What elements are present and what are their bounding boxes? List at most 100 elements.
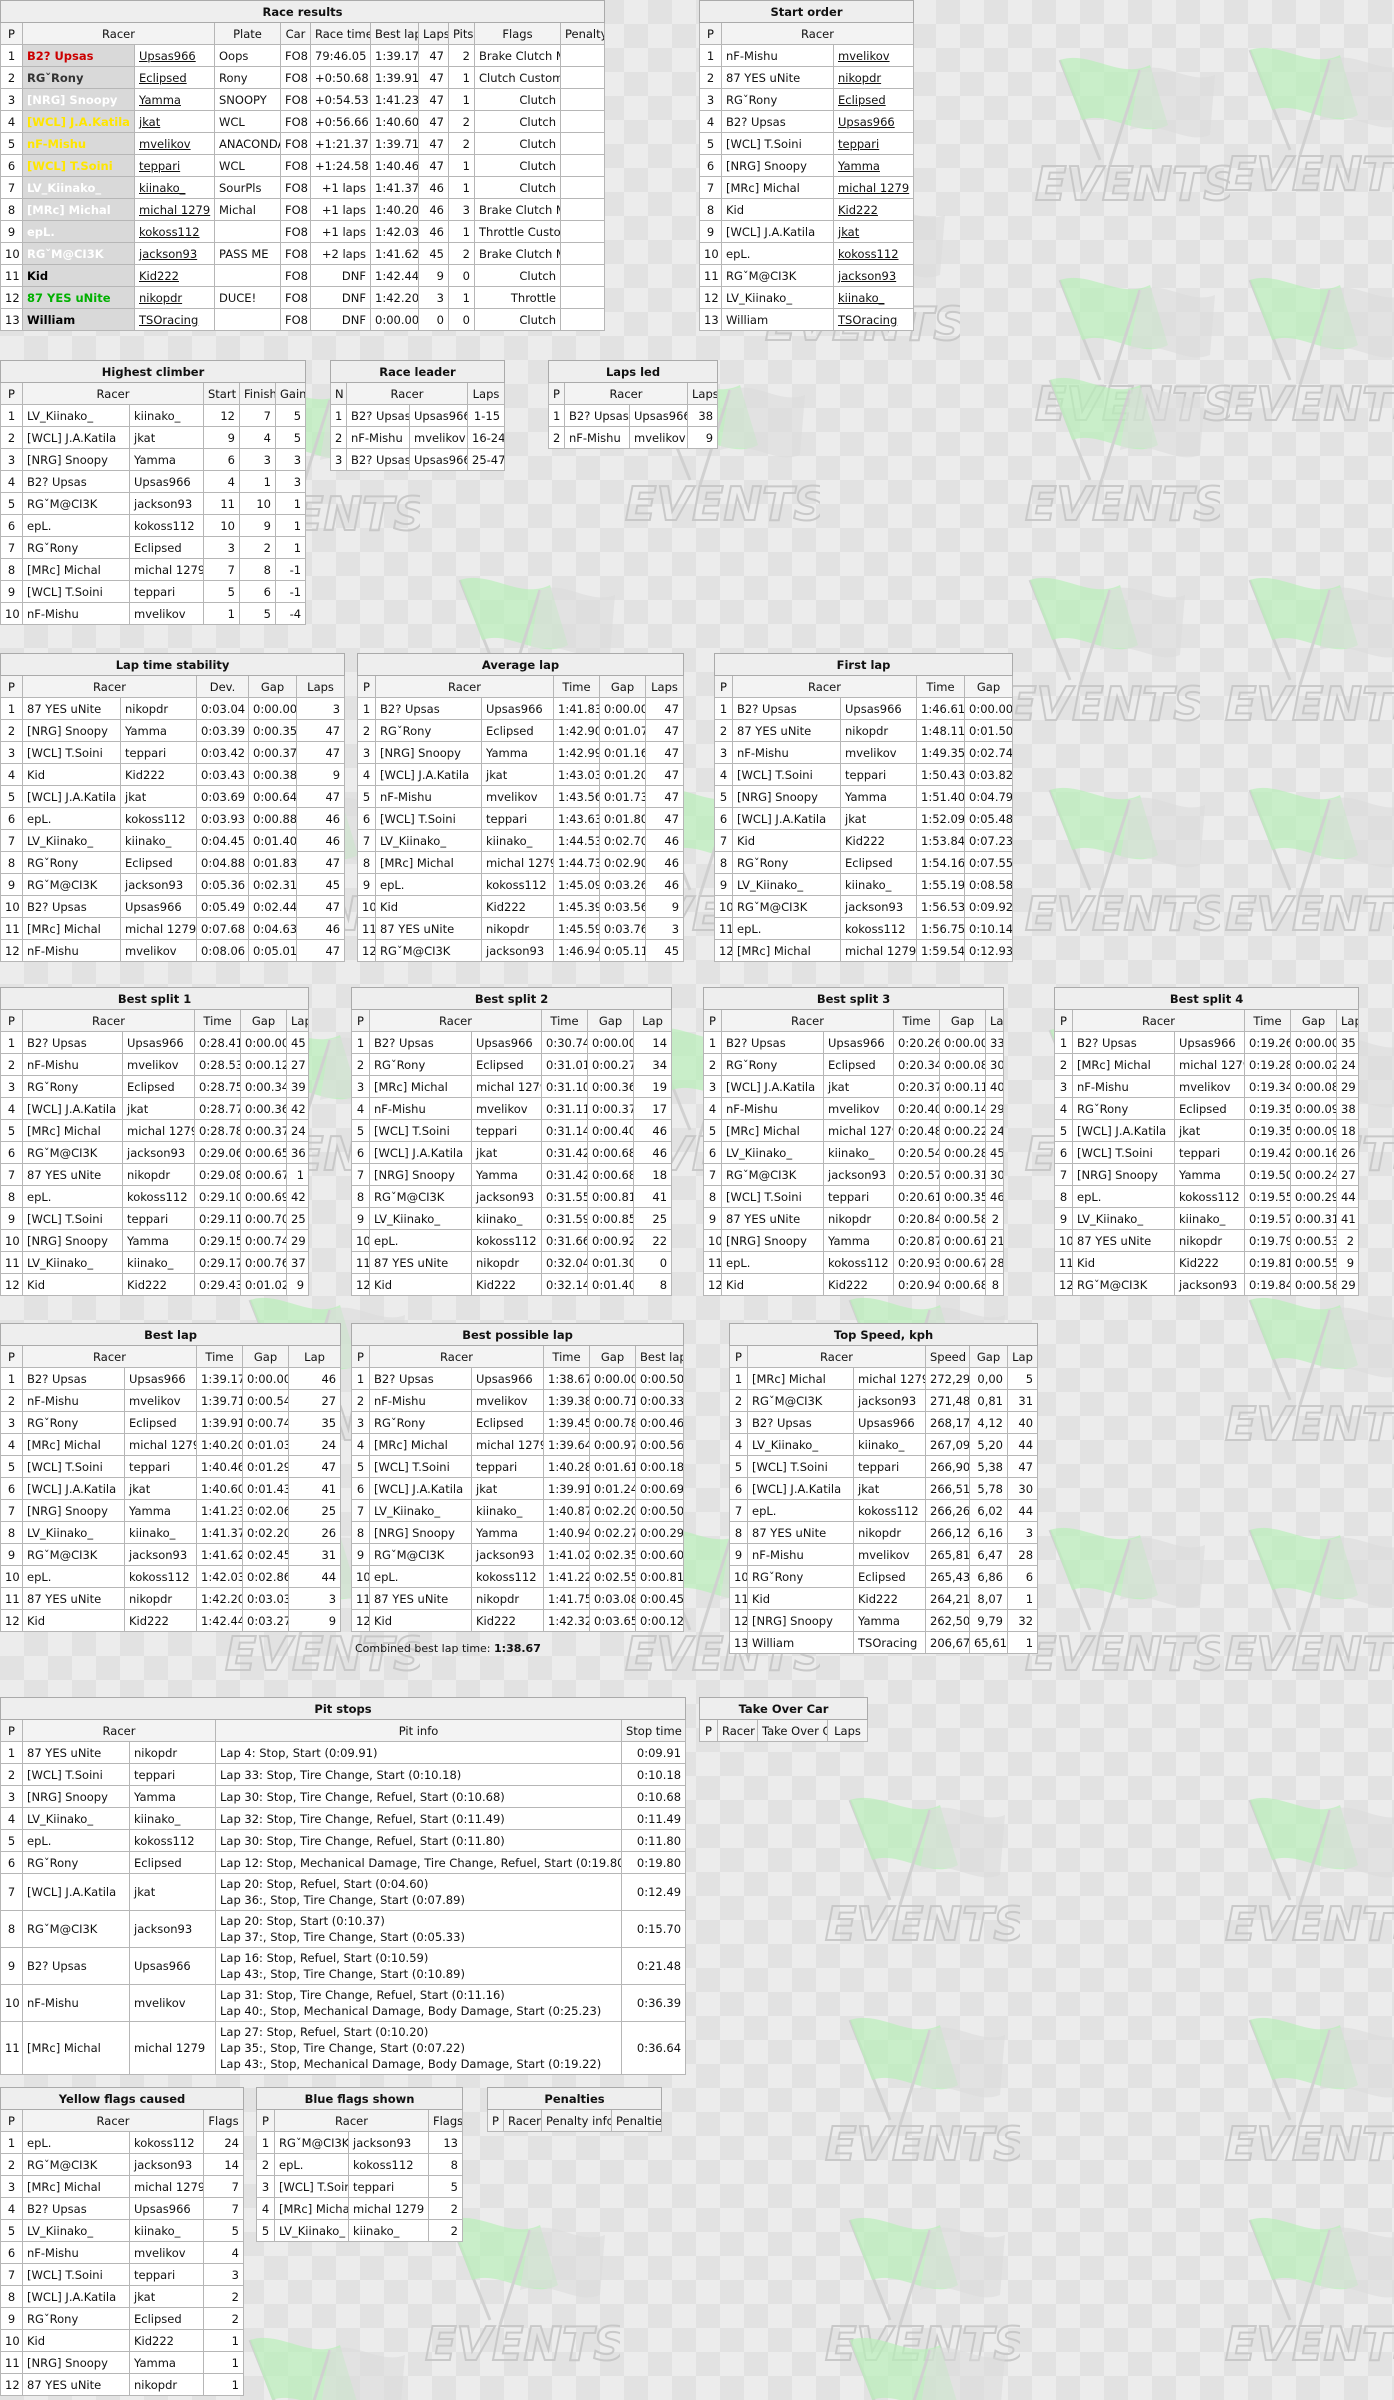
username-cell: teppari (122, 1207, 195, 1230)
speed-cell: 272,29 (925, 1367, 970, 1390)
username-link[interactable]: TSOracing (838, 313, 897, 327)
column-header: Racer (22, 1719, 216, 1742)
username-cell: mvelikov (629, 426, 688, 449)
table-row: 5 [NRG] Snoopy Yamma 1:51.40 0:04.79 (714, 785, 1014, 808)
username-link[interactable]: Upsas966 (139, 49, 196, 63)
username-link[interactable]: michal 1279 (838, 181, 909, 195)
username-link[interactable]: kiinako_ (139, 181, 185, 195)
svg-text:EVENTS: EVENTS (425, 2317, 620, 2371)
position-cell: 6 (1054, 1141, 1073, 1164)
username-link[interactable]: nikopdr (139, 291, 182, 305)
racer-name-cell: B2? Upsas (564, 404, 630, 427)
events-watermark-icon: EVENTS (1024, 377, 1220, 532)
username-link[interactable]: michal 1279 (139, 203, 210, 217)
username-link[interactable]: Kid222 (139, 269, 179, 283)
column-header: Laps (418, 22, 449, 45)
username-link[interactable]: Eclipsed (139, 71, 187, 85)
username-cell: Kid222 (122, 1273, 195, 1296)
username-cell: kokoss112 (129, 2131, 204, 2154)
table-row: 3 B2? Upsas Upsas966 25-47 (330, 448, 506, 471)
username-cell: kokoss112 (124, 1565, 197, 1588)
penalty-cell (560, 286, 605, 309)
gap-cell: 0:01.20 (599, 763, 646, 786)
pit-info-cell: Lap 33: Stop, Tire Change, Start (0:10.1… (215, 1763, 622, 1786)
username-cell: teppari (481, 807, 554, 830)
username-link[interactable]: jackson93 (838, 269, 896, 283)
lap-cell: 28 (1006, 1543, 1039, 1566)
column-header: Lap (984, 1009, 1005, 1032)
username-link[interactable]: Eclipsed (838, 93, 886, 107)
car-cell: FO8 (280, 198, 311, 221)
username-cell: nikopdr (1174, 1229, 1245, 1252)
best-lap-title: Best lap (0, 1323, 342, 1346)
racer-name-cell: nF-Mishu (22, 132, 135, 155)
username-link[interactable]: mvelikov (838, 49, 890, 63)
gap-cell: 0:00.08 (1290, 1075, 1337, 1098)
column-header: Gap (242, 1345, 289, 1368)
lap-cell: 2 (1335, 1229, 1360, 1252)
position-cell: 7 (699, 176, 722, 199)
gap-cell: 0:00.88 (248, 807, 297, 830)
table-row: 12 nF-Mishu mvelikov 0:08.06 0:05.01 47 (0, 939, 346, 962)
pit-stops-title: Pit stops (0, 1697, 687, 1720)
username-link[interactable]: jkat (838, 225, 859, 239)
column-header: Racer (375, 675, 554, 698)
username-link[interactable]: mvelikov (139, 137, 191, 151)
username-cell: Upsas966 (629, 404, 688, 427)
username-cell: michal 1279 (823, 1119, 894, 1142)
username-link[interactable]: jkat (139, 115, 160, 129)
racer-name-cell: LV_Kiinako_ (22, 2219, 130, 2242)
table-row: 7 [NRG] Snoopy Yamma 0:31.42 0:00.68 18 (351, 1163, 673, 1186)
position-cell: 2 (0, 1389, 23, 1412)
table-row: 1 B2? Upsas Upsas966 Oops FO8 79:46.05 1:39.17… (0, 44, 605, 67)
racer-name-cell: B2? Upsas (22, 470, 130, 493)
position-cell: 4 (0, 110, 23, 133)
table-header-row: P Racer Laps (548, 382, 719, 405)
gap-cell: 0:00.00 (587, 1031, 634, 1054)
username-cell: teppari (471, 1119, 542, 1142)
username-link[interactable]: kiinako_ (838, 291, 884, 305)
position-cell: 5 (729, 1455, 748, 1478)
username-link[interactable]: teppari (139, 159, 180, 173)
racer-name-cell: [WCL] T.Soini (22, 1207, 123, 1230)
racer-name-cell: [WCL] J.A.Katila (375, 763, 482, 786)
username-cell: kokoss112 (129, 514, 204, 537)
position-cell: 1 (0, 697, 23, 720)
username-cell: jackson93 (471, 1543, 544, 1566)
username-link[interactable]: Yamma (139, 93, 181, 107)
plate-cell: WCL (214, 110, 281, 133)
column-header: P (0, 675, 23, 698)
table-row: 2 RGˇRony Eclipsed Rony FO8 +0:50.68 1:39.91 47… (0, 66, 605, 89)
username-link[interactable]: Upsas966 (838, 115, 895, 129)
best-split-4-title: Best split 4 (1053, 987, 1360, 1010)
svg-text:EVENTS: EVENTS (1225, 2317, 1394, 2371)
username-link[interactable]: Kid222 (838, 203, 878, 217)
best-lap-cell: 1:42.03 (370, 220, 419, 243)
username-link[interactable]: teppari (838, 137, 879, 151)
svg-text:EVENTS: EVENTS (825, 1897, 1020, 1951)
gap-cell: 0:02.20 (242, 1521, 289, 1544)
username-link[interactable]: jackson93 (139, 247, 197, 261)
username-link[interactable]: Yamma (838, 159, 880, 173)
racer-name-cell: epL. (22, 1829, 130, 1852)
username-link[interactable]: nikopdr (838, 71, 881, 85)
position-cell: 12 (699, 286, 722, 309)
table-row: 11 87 YES uNite nikopdr 1:45.59 0:03.76 3 (357, 917, 685, 940)
finish-cell: 2 (239, 536, 276, 559)
lap-cell: 1 (1006, 1631, 1039, 1654)
table-row: 11 epL. kokoss112 1:56.75 0:10.14 (714, 917, 1014, 940)
username-cell: Kid222 (471, 1273, 542, 1296)
username-link[interactable]: TSOracing (139, 313, 198, 327)
gap-cell: 0:00.00 (939, 1031, 986, 1054)
username-link[interactable]: kokoss112 (838, 247, 899, 261)
start-cell: 11 (203, 492, 240, 515)
username-cell: michal 1279 (348, 2197, 429, 2220)
racer-name-cell: LV_Kiinako_ (22, 829, 121, 852)
time-cell: 0:19.35 (1244, 1097, 1291, 1120)
username-link[interactable]: kokoss112 (139, 225, 200, 239)
column-header: P (357, 675, 376, 698)
table-row: 1 B2? Upsas Upsas966 0:30.74 0:00.00 14 (351, 1031, 673, 1054)
gap-cell: 8,07 (969, 1587, 1008, 1610)
race-time-cell: +1:21.37 (310, 132, 371, 155)
position-cell: 1 (703, 1031, 722, 1054)
